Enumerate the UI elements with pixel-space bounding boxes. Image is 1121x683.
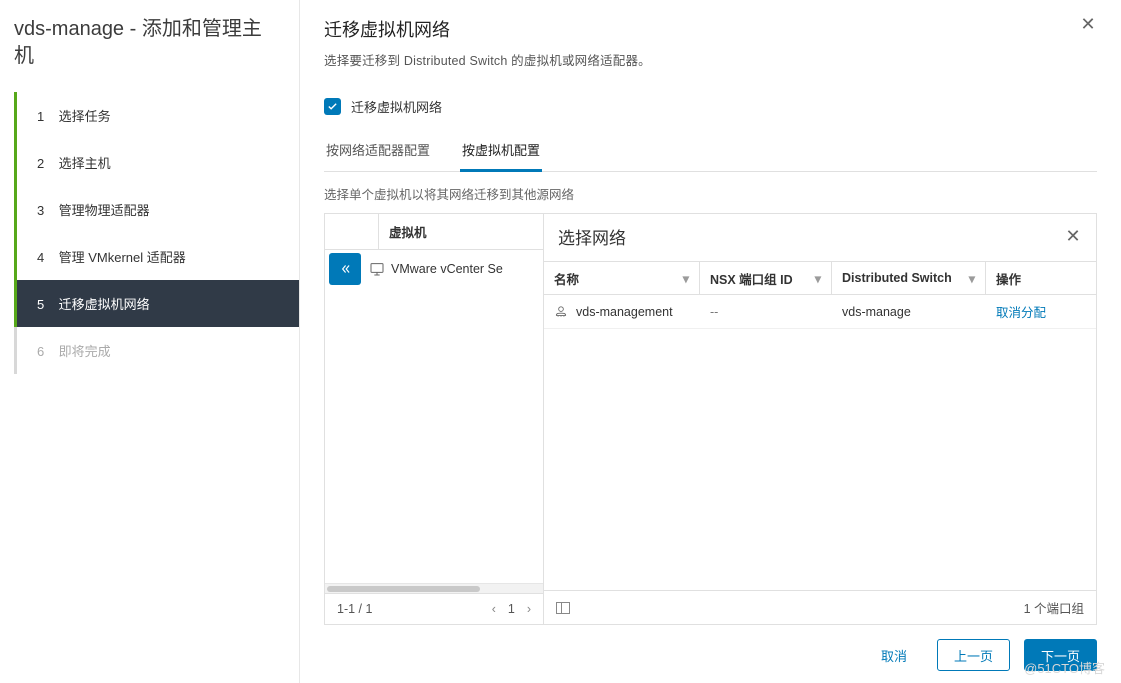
wizard-step-3[interactable]: 3 管理物理适配器 bbox=[14, 186, 299, 233]
wizard-step-1[interactable]: 1 选择任务 bbox=[14, 92, 299, 139]
vm-table-header: 虚拟机 bbox=[379, 214, 543, 249]
unassign-link[interactable]: 取消分配 bbox=[996, 306, 1046, 320]
network-row[interactable]: vds-management--vds-manage取消分配 bbox=[544, 295, 1096, 329]
row-count: 1 个端口组 bbox=[1024, 598, 1084, 617]
collapse-icon[interactable] bbox=[329, 253, 361, 285]
migrate-vm-network-checkbox[interactable] bbox=[324, 98, 341, 115]
column-chooser-icon[interactable] bbox=[556, 602, 570, 614]
horizontal-scrollbar[interactable] bbox=[325, 583, 543, 593]
prev-button[interactable]: 上一页 bbox=[937, 639, 1010, 671]
cancel-button[interactable]: 取消 bbox=[865, 639, 923, 671]
wizard-step-2[interactable]: 2 选择主机 bbox=[14, 139, 299, 186]
next-button[interactable]: 下一页 bbox=[1024, 639, 1097, 671]
pager-next-icon[interactable]: › bbox=[527, 602, 531, 616]
tab-hint: 选择单个虚拟机以将其网络迁移到其他源网络 bbox=[324, 184, 1097, 203]
page-subtitle: 选择要迁移到 Distributed Switch 的虚拟机或网络适配器。 bbox=[324, 50, 1097, 69]
select-network-panel: 选择网络 ✕ 名称 ▾ NSX 端口组 ID ▾ Distributed Swi… bbox=[544, 213, 1097, 625]
col-ds[interactable]: Distributed Switch bbox=[842, 271, 952, 285]
filter-icon[interactable]: ▾ bbox=[815, 271, 821, 286]
pager: 1-1 / 1 ‹ 1 › bbox=[325, 593, 543, 624]
vm-table-gutter bbox=[325, 214, 379, 249]
tab-1[interactable]: 按虚拟机配置 bbox=[460, 134, 542, 172]
close-icon[interactable]: ✕ bbox=[1079, 16, 1097, 34]
migrate-vm-network-label: 迁移虚拟机网络 bbox=[351, 97, 442, 116]
port-group-icon bbox=[554, 305, 568, 319]
col-name[interactable]: 名称 bbox=[554, 269, 579, 288]
vm-icon bbox=[369, 261, 385, 277]
col-nsx[interactable]: NSX 端口组 ID bbox=[710, 269, 793, 288]
pager-range: 1-1 / 1 bbox=[337, 602, 372, 616]
wizard-step-6: 6 即将完成 bbox=[14, 327, 299, 374]
wizard-step-4[interactable]: 4 管理 VMkernel 适配器 bbox=[14, 233, 299, 280]
check-icon bbox=[327, 101, 338, 112]
wizard-title: vds-manage - 添加和管理主机 bbox=[14, 16, 299, 70]
tab-0[interactable]: 按网络适配器配置 bbox=[324, 134, 432, 172]
select-network-close-icon[interactable]: ✕ bbox=[1064, 228, 1082, 246]
vm-row[interactable]: VMware vCenter Se bbox=[325, 250, 543, 288]
filter-icon[interactable]: ▾ bbox=[969, 271, 975, 286]
col-op: 操作 bbox=[996, 269, 1021, 288]
filter-icon[interactable]: ▾ bbox=[683, 271, 689, 286]
page-title: 迁移虚拟机网络 bbox=[324, 16, 1079, 42]
pager-prev-icon[interactable]: ‹ bbox=[492, 602, 496, 616]
pager-page: 1 bbox=[508, 602, 515, 616]
vm-table: 虚拟机 VMware vCenter Se 1-1 / 1 ‹ 1 › bbox=[324, 213, 544, 625]
wizard-step-5[interactable]: 5 迁移虚拟机网络 bbox=[14, 280, 299, 327]
select-network-title: 选择网络 bbox=[558, 224, 1064, 249]
